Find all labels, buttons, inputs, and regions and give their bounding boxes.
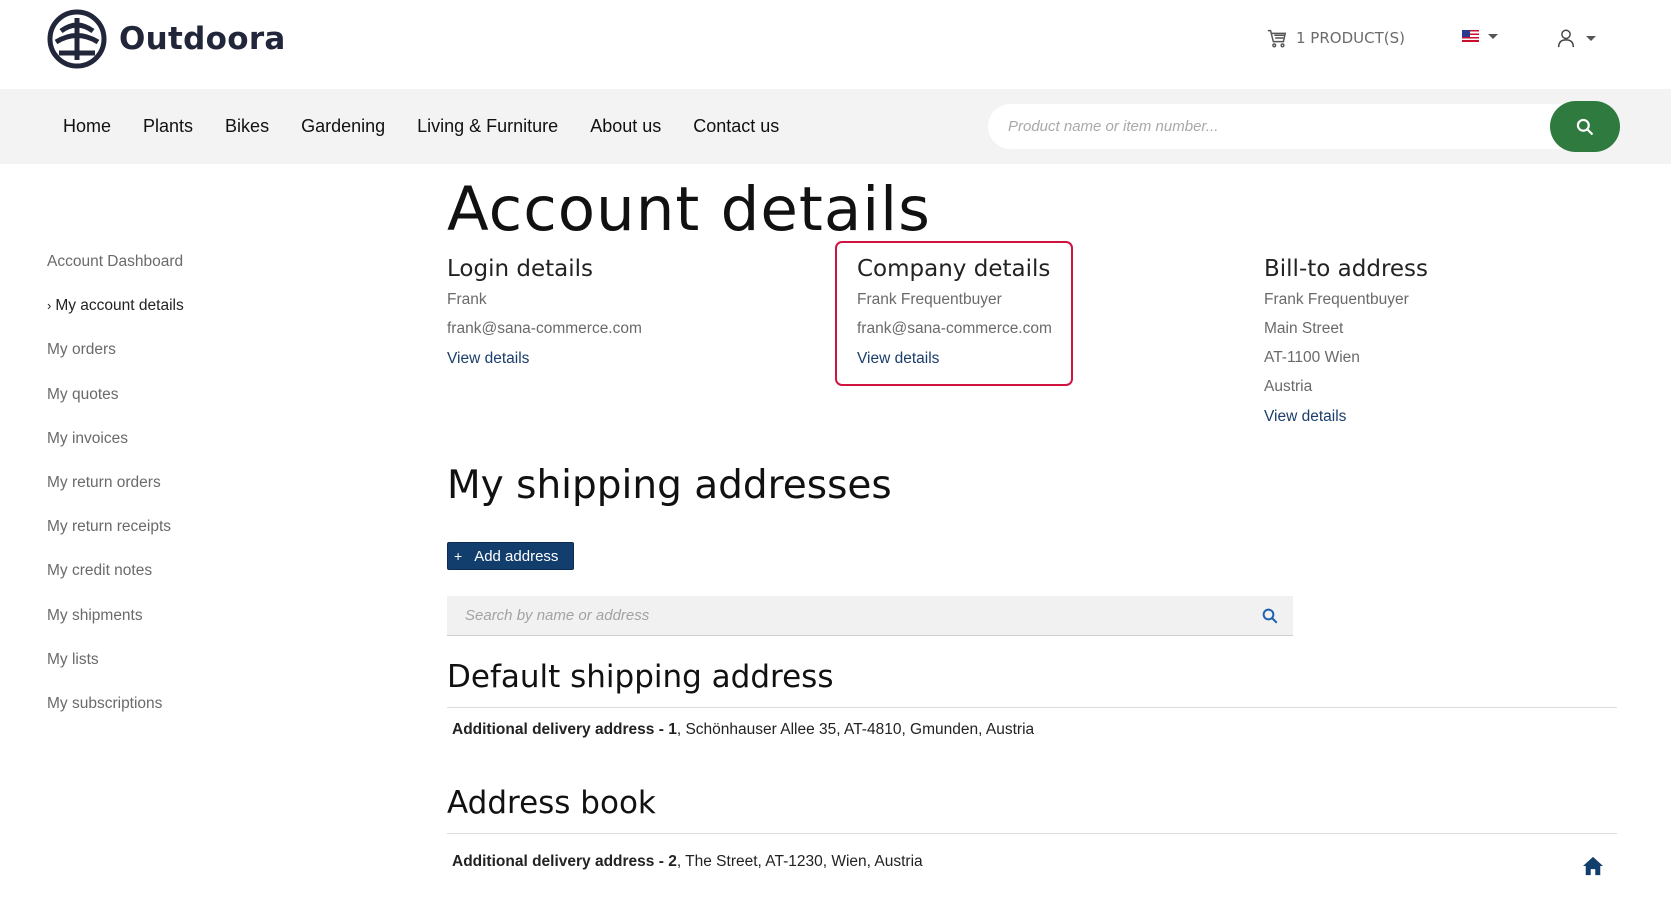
divider	[447, 833, 1617, 834]
address-book-entry[interactable]: Additional delivery address - 2, The Str…	[452, 853, 923, 871]
user-icon	[1557, 29, 1575, 48]
nav-item-contact-us[interactable]: Contact us	[693, 116, 779, 137]
bill-to-heading: Bill-to address	[1264, 256, 1429, 282]
bill-to-name: Frank Frequentbuyer	[1264, 291, 1409, 308]
sidebar-item-my-lists[interactable]: My lists	[47, 650, 184, 694]
address-details: , Schönhauser Allee 35, AT-4810, Gmunden…	[676, 721, 1035, 738]
search-icon[interactable]	[1261, 607, 1279, 625]
main-navigation: Home Plants Bikes Gardening Living & Fur…	[0, 89, 1671, 164]
add-address-label: Add address	[474, 547, 559, 565]
sidebar-item-my-orders[interactable]: My orders	[47, 340, 184, 384]
bill-to-street: Main Street	[1264, 320, 1344, 337]
top-header: Outdoora 1 PRODUCT(S)	[0, 0, 1671, 89]
nav-item-living-furniture[interactable]: Living & Furniture	[417, 116, 558, 137]
sidebar-item-my-account-details[interactable]: › My account details	[47, 296, 184, 340]
login-details-heading: Login details	[447, 256, 593, 282]
sidebar-item-my-quotes[interactable]: My quotes	[47, 385, 184, 429]
cart-button[interactable]: 1 PRODUCT(S)	[1266, 27, 1405, 49]
sidebar-item-my-shipments[interactable]: My shipments	[47, 606, 184, 650]
nav-item-bikes[interactable]: Bikes	[225, 116, 269, 137]
product-search	[988, 101, 1620, 152]
search-button[interactable]	[1550, 101, 1620, 152]
divider	[447, 707, 1617, 708]
tree-logo-icon	[47, 9, 107, 69]
chevron-down-icon	[1488, 33, 1498, 39]
brand-name: Outdoora	[119, 21, 286, 57]
add-address-button[interactable]: + Add address	[447, 542, 574, 570]
address-search	[447, 596, 1293, 636]
company-details-heading: Company details	[857, 256, 1051, 282]
active-marker: ›	[47, 298, 52, 314]
page-title: Account details	[447, 174, 931, 245]
search-icon	[1576, 118, 1594, 135]
bill-to-country: Austria	[1264, 378, 1313, 395]
sidebar-item-my-subscriptions[interactable]: My subscriptions	[47, 694, 184, 738]
sidebar-item-my-return-orders[interactable]: My return orders	[47, 473, 184, 517]
company-details-card: Company details Frank Frequentbuyer fran…	[835, 241, 1073, 386]
language-selector[interactable]	[1462, 30, 1498, 42]
address-name: Additional delivery address - 2	[452, 853, 677, 870]
sidebar-item-my-credit-notes[interactable]: My credit notes	[47, 561, 184, 605]
shipping-addresses-heading: My shipping addresses	[447, 463, 892, 508]
account-sidebar: Account Dashboard › My account details My…	[47, 252, 184, 738]
product-search-input[interactable]	[988, 104, 1548, 149]
cart-icon	[1267, 29, 1287, 48]
address-name: Additional delivery address - 1	[452, 721, 677, 738]
chevron-down-icon	[1586, 35, 1596, 41]
bill-to-view-details-link[interactable]: View details	[1264, 408, 1346, 426]
login-email: frank@sana-commerce.com	[447, 320, 642, 337]
company-name: Frank Frequentbuyer	[857, 291, 1002, 308]
us-flag-icon	[1462, 30, 1479, 42]
company-email: frank@sana-commerce.com	[857, 320, 1052, 337]
bill-to-address-card: Bill-to address Frank Frequentbuyer Main…	[1264, 256, 1494, 426]
cart-count-label: 1 PRODUCT(S)	[1296, 29, 1405, 47]
user-menu[interactable]	[1555, 27, 1596, 49]
default-shipping-heading: Default shipping address	[447, 659, 834, 695]
nav-menu: Home Plants Bikes Gardening Living & Fur…	[47, 89, 795, 164]
brand-logo[interactable]: Outdoora	[47, 9, 286, 69]
nav-item-gardening[interactable]: Gardening	[301, 116, 385, 137]
address-book-heading: Address book	[447, 785, 656, 821]
company-view-details-link[interactable]: View details	[857, 350, 939, 368]
address-search-input[interactable]	[447, 596, 1293, 635]
plus-icon: +	[454, 548, 463, 564]
nav-item-plants[interactable]: Plants	[143, 116, 193, 137]
login-name: Frank	[447, 291, 487, 308]
nav-item-about-us[interactable]: About us	[590, 116, 661, 137]
sidebar-item-my-invoices[interactable]: My invoices	[47, 429, 184, 473]
sidebar-item-my-return-receipts[interactable]: My return receipts	[47, 517, 184, 561]
nav-item-home[interactable]: Home	[63, 116, 111, 137]
address-details: , The Street, AT-1230, Wien, Austria	[676, 853, 923, 870]
default-shipping-address: Additional delivery address - 1, Schönha…	[452, 721, 1034, 739]
sidebar-item-label: My account details	[55, 297, 184, 315]
sidebar-item-account-dashboard[interactable]: Account Dashboard	[47, 252, 184, 296]
set-default-home-icon[interactable]	[1582, 856, 1604, 876]
login-view-details-link[interactable]: View details	[447, 350, 529, 368]
login-details-card: Login details Frank frank@sana-commerce.…	[447, 256, 677, 368]
bill-to-city: AT-1100 Wien	[1264, 349, 1360, 366]
